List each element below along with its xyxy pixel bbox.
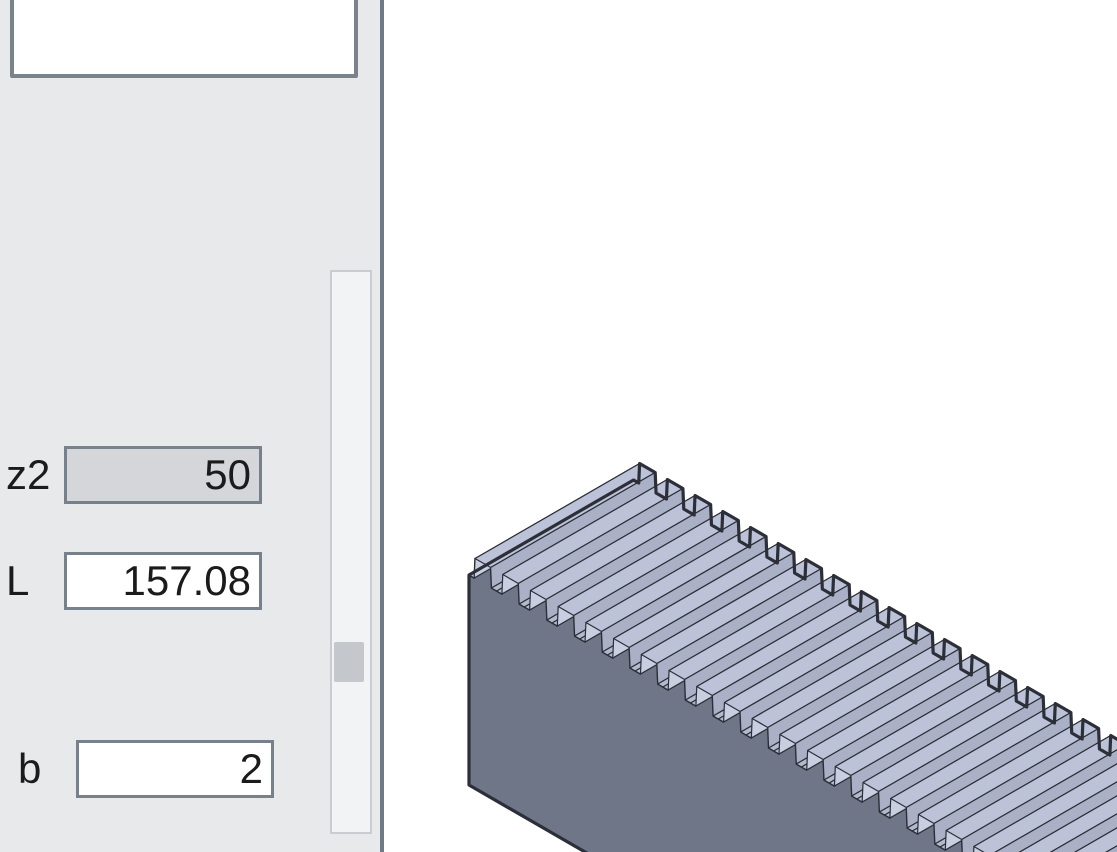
panel-scrollbar-thumb[interactable] <box>334 642 364 682</box>
param-row-L: L <box>0 552 262 610</box>
param-row-z2: z2 50 <box>0 446 262 504</box>
panel-scrollbar[interactable] <box>330 270 372 834</box>
parameter-panel: z2 50 L b <box>0 0 384 852</box>
param-field-b[interactable] <box>76 740 274 798</box>
panel-group-box <box>10 0 358 78</box>
param-field-L[interactable] <box>64 552 262 610</box>
viewport-3d[interactable] <box>384 0 1117 852</box>
param-label-L: L <box>0 557 64 605</box>
param-label-b: b <box>0 745 76 793</box>
param-field-z2[interactable]: 50 <box>64 446 262 504</box>
param-row-b: b <box>0 740 274 798</box>
param-label-z2: z2 <box>0 451 64 499</box>
